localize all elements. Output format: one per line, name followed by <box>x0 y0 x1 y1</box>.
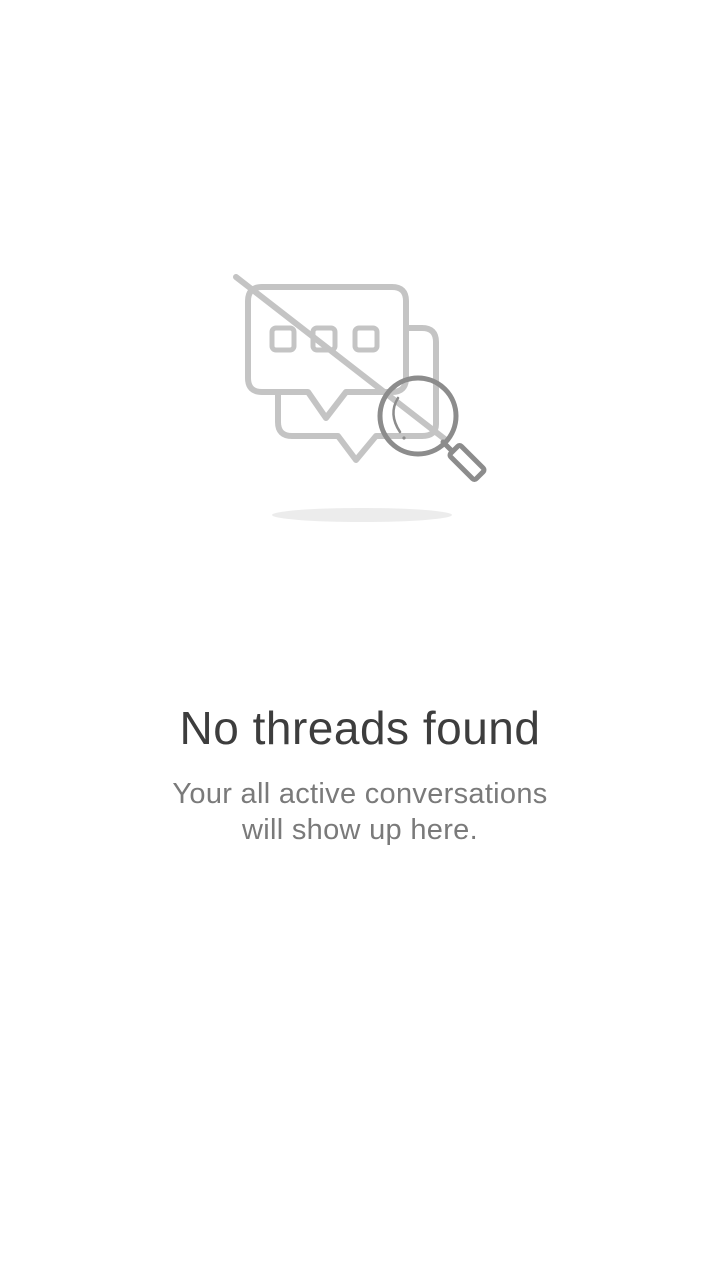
empty-state-title: No threads found <box>179 702 541 754</box>
illustration-shadow <box>272 508 452 522</box>
empty-state-subtitle: Your all active conversations will show … <box>120 776 600 848</box>
threads-empty-screen: No threads found Your all active convers… <box>0 0 720 1280</box>
empty-state-subtitle-line: will show up here. <box>242 814 478 846</box>
empty-state-subtitle-line: Your all active conversations <box>172 778 548 810</box>
no-conversations-search-icon <box>233 274 487 522</box>
